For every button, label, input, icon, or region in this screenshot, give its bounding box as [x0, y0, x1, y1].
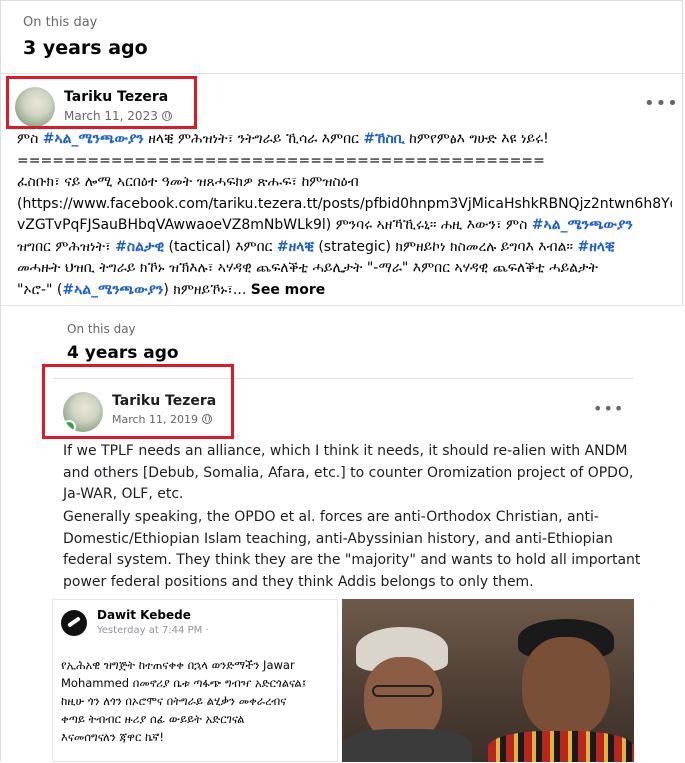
shared-paragraph-line: power federal positions and they think A… [63, 573, 534, 590]
hashtag-link[interactable]: #ዘላቒ [578, 239, 615, 255]
shared-paragraph-2: Generally speaking, the OPDO et al. forc… [63, 507, 641, 593]
embedded-text: የኢሕአዊ ዝግጅት ከተጠናቀቀ በኋላ ወንድማችን Jawar Mohamm… [61, 656, 333, 761]
hashtag-link[interactable]: #ዘላቒ [277, 239, 314, 255]
shared-paragraph-line: Domestic/Ethiopian Islam teaching, anti-… [63, 530, 613, 547]
shared-photo[interactable] [342, 599, 634, 762]
profile-logo-icon [61, 610, 87, 636]
hashtag-link[interactable]: #ኣል_ሜንጫውያን [532, 217, 633, 233]
photo-person-1-body [342, 729, 472, 762]
shared-paragraph-line: federal system. They think they are the … [63, 552, 641, 568]
post-text-segment: (strategic) ክምዘይኮነ ክስመረሉ ይግባእ እብል። [313, 238, 578, 255]
embedded-text-line: እናመሰግናለን ጃዋር ኬኛ! [61, 730, 165, 744]
highlight-box [6, 76, 197, 129]
shared-ellipsis-icon[interactable]: ••• [593, 399, 624, 418]
shared-on-this-day-label: On this day [67, 322, 136, 336]
embedded-post-image[interactable]: Dawit Kebede Yesterday at 7:44 PM · የኢሕአ… [52, 599, 338, 762]
post-text: ምስ #ኣል_ሜንጫውያን ዘላቒ ምሕዝነት፣ ንትግራይ ኺሳራ እምበር … [17, 129, 672, 301]
post-text-segment: (https://www.facebook.com/tariku.tezera.… [17, 195, 672, 212]
embedded-text-line: Mohammed በመኖሪያ ቤቱ ጣፋጭ ግብዣ አድርጎልናል፤ [61, 676, 307, 690]
hashtag-link[interactable]: #ኣል_ሜንጫውያን [43, 131, 144, 147]
see-more-link[interactable]: See more [251, 282, 326, 298]
post-text-segment: ዝግበር ምሕዝነት፣ [17, 238, 116, 255]
post-text-segment: መሓዙት ህዝቢ ትግራይ ክኾኑ ዝኽእሉ፣ ኣሃዳዊ ጨፍለቕቲ ሓይሊታት… [17, 260, 598, 276]
post-text-line: ========================================… [17, 151, 672, 173]
embedded-author: Dawit Kebede [97, 608, 191, 622]
post-text-line: (https://www.facebook.com/tariku.tezera.… [17, 194, 672, 216]
post-text-line: vZGTvPqFJSauBHbqVAwwaoeVZ8mNbWLk9l) ምንባሩ… [17, 215, 672, 237]
shared-paragraph-line: Generally speaking, the OPDO et al. forc… [63, 509, 599, 525]
post-text-segment: "ኦሮ-" ( [17, 281, 63, 298]
shared-years-ago-heading: 4 years ago [67, 343, 179, 363]
post-text-segment: (tactical) እምበር [164, 238, 277, 255]
embedded-text-line [61, 746, 333, 761]
post-text-line: "ኦሮ-" (#ኣል_ሜንጫውያን) ክምዘይኾኑ፣... See more [17, 280, 672, 302]
shared-paragraph-line: and others [Debub, Somalia, Afara, etc.]… [63, 464, 634, 481]
shared-highlight-box [42, 364, 234, 439]
shared-paragraph-1: If we TPLF needs an alliance, which I th… [63, 441, 633, 506]
post-text-line: ምስ #ኣል_ሜንጫውያን ዘላቒ ምሕዝነት፣ ንትግራይ ኺሳራ እምበር … [17, 129, 672, 151]
embedded-text-line: የኢሕአዊ ዝግጅት ከተጠናቀቀ በኋላ ወንድማችን Jawar [61, 658, 295, 672]
embedded-text-line: ከዚሁ ጎን ለጎን በኦሮሞና በትግራይ ልሂቃን መቀራረብና [61, 694, 287, 708]
post-text-segment: ምስ [17, 131, 43, 147]
ellipsis-icon[interactable]: ••• [644, 93, 679, 114]
memory-card: On this day 3 years ago Tariku Tezera Ma… [0, 0, 684, 763]
post-text-segment: ፈስቡክ፣ ናይ ሎሚ ኣርበዕተ ዓመት ዝጸሓፍክዎ ጽሑፍ፣ ከምዝስዕብ [17, 174, 359, 190]
hashtag-link[interactable]: #ስልታዊ [115, 239, 164, 255]
post-text-segment: ========================================… [17, 152, 545, 169]
on-this-day-label: On this day [23, 15, 98, 30]
post-text-segment: ) ክምዘይኾኑ፣... [163, 281, 251, 298]
post-text-segment: ከምየምፅእ ግሁድ እዩ ነይሩ! [404, 131, 549, 147]
photo-person-2-face [522, 637, 610, 737]
divider [1, 73, 684, 74]
photo-person-2-body [488, 731, 634, 762]
post-text-line: ፈስቡክ፣ ናይ ሎሚ ኣርበዕተ ዓመት ዝጸሓፍክዎ ጽሑፍ፣ ከምዝስዕብ [17, 172, 672, 194]
photo-person-1-glasses [372, 685, 434, 697]
embedded-time: Yesterday at 7:44 PM · [97, 625, 209, 636]
post-text-segment: vZGTvPqFJSauBHbqVAwwaoeVZ8mNbWLk9l) ምንባሩ… [17, 217, 532, 233]
post-text-line: ዝግበር ምሕዝነት፣ #ስልታዊ (tactical) እምበር #ዘላቒ (… [17, 237, 672, 259]
post-text-segment: ዘላቒ ምሕዝነት፣ ንትግራይ ኺሳራ እምበር [143, 131, 364, 147]
post-text-line: መሓዙት ህዝቢ ትግራይ ክኾኑ ዝኽእሉ፣ ኣሃዳዊ ጨፍለቕቲ ሓይሊታት… [17, 258, 672, 280]
shared-paragraph-line: Ja-WAR, OLF, etc. [63, 486, 184, 502]
hashtag-link[interactable]: #ኸስቢ [363, 131, 404, 147]
hashtag-link[interactable]: #ኣል_ሜንጫውያን [62, 282, 163, 298]
shared-paragraph-line: If we TPLF needs an alliance, which I th… [63, 443, 628, 459]
years-ago-heading: 3 years ago [23, 37, 148, 59]
embedded-text-line: ቀጣይ ትብብር ዙሪያ ሰፊ ውይይት አድርገናል [61, 712, 245, 726]
